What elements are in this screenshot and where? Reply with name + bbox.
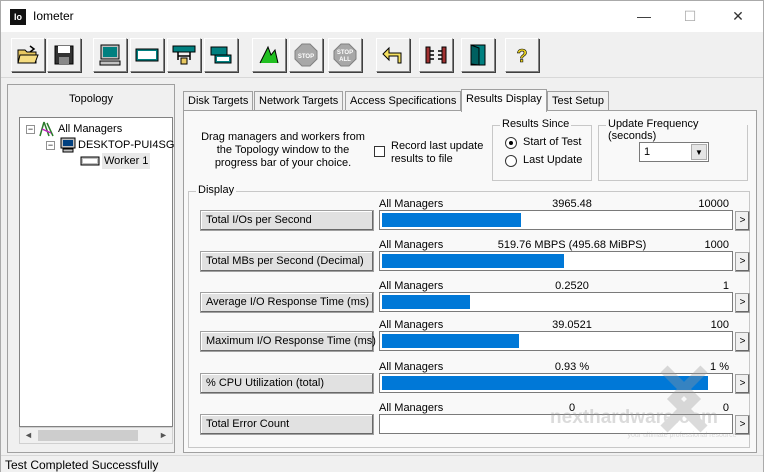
open-button[interactable] — [11, 38, 45, 72]
start-of-test-label[interactable]: Start of Test — [523, 136, 582, 148]
topology-horizontal-scrollbar[interactable]: ◄ ► — [19, 427, 173, 444]
manager-computer-icon — [60, 137, 76, 153]
metric-progress-bar[interactable] — [379, 292, 733, 312]
scroll-thumb[interactable] — [38, 430, 138, 441]
exit-icon — [470, 44, 486, 66]
tree-collapse-all-managers[interactable]: − — [26, 125, 35, 134]
stop-all-button[interactable]: STOP ALL — [328, 38, 362, 72]
metric-more-button[interactable]: > — [735, 211, 750, 231]
watermark-text: nexthardware.com — [550, 407, 718, 428]
metric-select-button[interactable]: Average I/O Response Time (ms) — [200, 292, 374, 313]
metric-progress-bar[interactable] — [379, 210, 733, 230]
iometer-window: Io Iometer — ☐ ✕ STOP STOP ALL ? Topolog… — [0, 0, 764, 472]
help-icon: ? — [516, 46, 528, 67]
stop-all-icon: STOP ALL — [333, 43, 357, 67]
drag-instructions: Drag managers and workers from the Topol… — [201, 131, 365, 169]
scroll-right-arrow[interactable]: ► — [155, 428, 172, 443]
open-icon — [17, 45, 39, 64]
exit-button[interactable] — [461, 38, 495, 72]
start-of-test-radio[interactable] — [505, 137, 517, 149]
reset-workers-icon — [382, 46, 402, 64]
topology-title: Topology — [68, 93, 114, 105]
last-update-label[interactable]: Last Update — [523, 154, 582, 166]
metric-select-button[interactable]: Total MBs per Second (Decimal) — [200, 251, 374, 272]
stop-all-label-2: ALL — [339, 57, 351, 63]
update-frequency-select[interactable]: 1 ▼ — [639, 142, 709, 162]
tab-access-specifications[interactable]: Access Specifications — [345, 91, 462, 111]
metric-select-button[interactable]: Maximum I/O Response Time (ms) — [200, 331, 376, 352]
new-worker-button[interactable] — [130, 38, 164, 72]
update-frequency-value: 1 — [644, 146, 651, 158]
duplicate-worker-icon — [210, 46, 232, 64]
tab-disk-targets[interactable]: Disk Targets — [183, 91, 254, 111]
tab-test-setup[interactable]: Test Setup — [547, 91, 609, 111]
metric-progress-fill — [382, 295, 470, 309]
help-label: ? — [517, 46, 528, 66]
record-results-checkbox[interactable] — [374, 146, 385, 157]
topology-pane: Topology − All Managers − DESKTOP-PUI4SG… — [7, 84, 175, 453]
metric-progress-fill — [382, 254, 564, 268]
watermark-logo: nexthardware.com your ultimate professio… — [550, 365, 737, 439]
stop-label: STOP — [298, 54, 314, 60]
metric-more-button[interactable]: > — [735, 332, 750, 352]
tab-network-targets[interactable]: Network Targets — [254, 91, 344, 111]
metric-select-button[interactable]: Total I/Os per Second — [200, 210, 374, 231]
window-title: Iometer — [33, 9, 74, 23]
metric-progress-fill — [382, 334, 519, 348]
new-network-worker-button[interactable] — [167, 38, 201, 72]
save-icon — [54, 45, 74, 65]
show-results-button[interactable] — [93, 38, 127, 72]
record-results-label[interactable]: Record last update results to file — [391, 140, 491, 166]
topology-tree[interactable]: − All Managers − DESKTOP-PUI4SG Worker 1 — [19, 117, 174, 427]
status-bar: Test Completed Successfully — [1, 455, 763, 472]
disconnect-icon — [425, 46, 447, 64]
results-since-group: Results Since Start of Test Last Update — [492, 118, 592, 181]
metric-progress-fill — [382, 213, 521, 227]
start-icon — [259, 45, 279, 64]
chevron-down-icon[interactable]: ▼ — [691, 144, 707, 160]
scroll-left-arrow[interactable]: ◄ — [20, 428, 37, 443]
stop-button[interactable]: STOP — [289, 38, 323, 72]
results-display-panel: Drag managers and workers from the Topol… — [183, 110, 757, 453]
reset-workers-button[interactable] — [376, 38, 410, 72]
worker-disk-icon — [80, 156, 100, 166]
help-button[interactable]: ? — [505, 38, 539, 72]
display-title: Display — [196, 184, 237, 196]
all-managers-icon — [39, 121, 54, 137]
metric-select-button[interactable]: % CPU Utilization (total) — [200, 373, 374, 394]
tree-item-worker[interactable]: Worker 1 — [102, 153, 151, 169]
tab-results-display[interactable]: Results Display — [461, 89, 547, 112]
new-worker-icon — [135, 48, 159, 62]
save-button[interactable] — [47, 38, 81, 72]
new-network-worker-icon — [172, 45, 196, 65]
metric-progress-bar[interactable] — [379, 251, 733, 271]
disconnect-button[interactable] — [419, 38, 453, 72]
metric-select-button[interactable]: Total Error Count — [200, 414, 374, 435]
stop-all-label-1: STOP — [337, 50, 353, 56]
tree-item-all-managers[interactable]: All Managers — [58, 121, 122, 137]
metric-more-button[interactable]: > — [735, 252, 750, 272]
show-results-icon — [99, 44, 121, 66]
status-text: Test Completed Successfully — [5, 458, 159, 472]
maximize-button[interactable]: ☐ — [667, 1, 713, 32]
close-button[interactable]: ✕ — [715, 1, 761, 32]
update-frequency-title: Update Frequency (seconds) — [606, 118, 747, 142]
minimize-button[interactable]: — — [621, 1, 667, 32]
duplicate-worker-button[interactable] — [204, 38, 238, 72]
tree-collapse-manager[interactable]: − — [46, 141, 55, 150]
tree-item-manager[interactable]: DESKTOP-PUI4SG — [78, 137, 174, 153]
results-since-title: Results Since — [500, 118, 572, 130]
start-button[interactable] — [252, 38, 286, 72]
metric-progress-bar[interactable] — [379, 331, 733, 351]
watermark-tagline: your ultimate professional resource — [628, 432, 737, 439]
last-update-radio[interactable] — [505, 155, 517, 167]
metric-more-button[interactable]: > — [735, 293, 750, 313]
title-bar[interactable]: Io Iometer — ☐ ✕ — [1, 1, 763, 32]
stop-icon: STOP — [294, 43, 318, 67]
toolbar: STOP STOP ALL ? — [1, 32, 763, 78]
app-icon: Io — [10, 9, 26, 25]
